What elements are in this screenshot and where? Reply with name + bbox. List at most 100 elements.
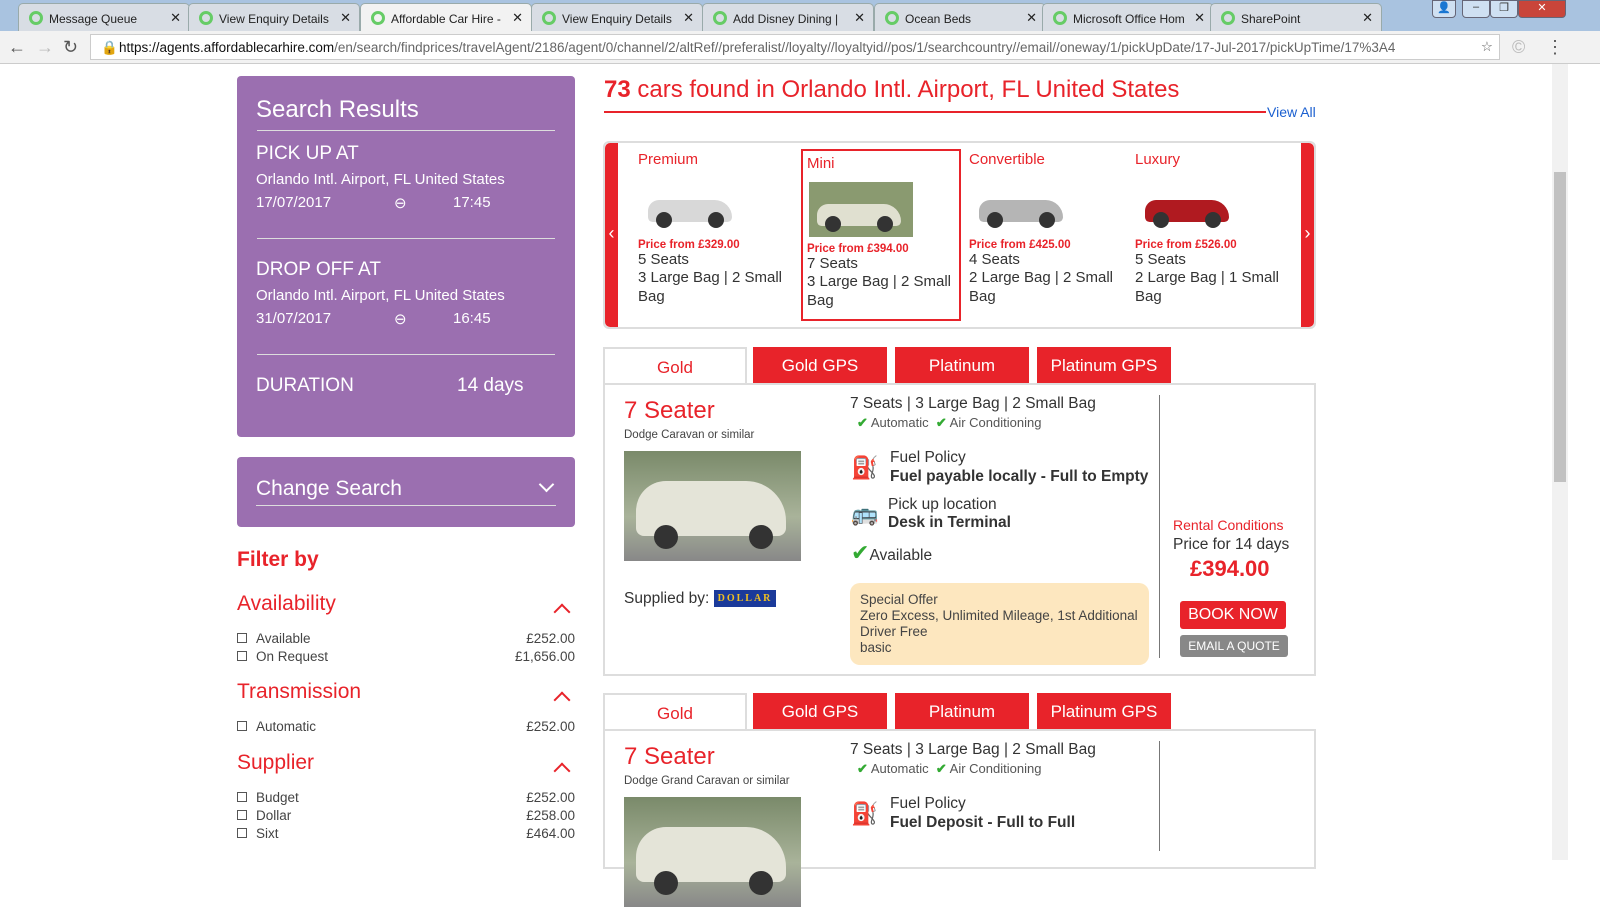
filter-group-title[interactable]: Availability — [237, 592, 336, 616]
check-icon: ✔ — [857, 415, 868, 430]
filter-option[interactable]: On Request £1,656.00 — [237, 649, 575, 664]
carousel-next-button[interactable]: › — [1301, 143, 1314, 327]
tab-title: View Enquiry Details — [219, 12, 329, 26]
close-tab-icon[interactable]: ✕ — [1194, 10, 1205, 26]
filter-group-title[interactable]: Supplier — [237, 751, 314, 775]
search-summary-panel: Search Results PICK UP AT Orlando Intl. … — [237, 76, 575, 437]
star-icon[interactable]: ☆ — [1481, 39, 1493, 55]
filter-option[interactable]: Available £252.00 — [237, 631, 575, 646]
pickup-location-label: Pick up location — [888, 496, 997, 513]
rate-tab[interactable]: Platinum — [895, 693, 1029, 729]
category-card[interactable]: Luxury Price from £526.00 5 Seats 2 Large B… — [1135, 151, 1295, 306]
book-now-button[interactable]: BOOK NOW — [1180, 601, 1286, 629]
category-price: Price from £394.00 — [807, 243, 909, 255]
tab-title: Add Disney Dining | — [733, 12, 839, 26]
category-price: Price from £526.00 — [1135, 239, 1237, 251]
scrollbar-thumb[interactable] — [1554, 172, 1566, 482]
browser-tab[interactable]: SharePoint ✕ — [1210, 3, 1382, 31]
rental-conditions-link[interactable]: Rental Conditions — [1173, 517, 1284, 533]
forward-icon[interactable]: → — [36, 37, 54, 58]
category-card[interactable]: Convertible Price from £425.00 4 Seats 2 La… — [969, 151, 1129, 306]
car-image — [640, 178, 740, 233]
rate-tab[interactable]: Platinum GPS — [1037, 347, 1171, 383]
category-bags: 2 Large Bag | 2 Small Bag — [969, 269, 1113, 305]
restore-button[interactable]: ❐ — [1490, 0, 1518, 18]
checkbox[interactable] — [237, 633, 247, 643]
category-card[interactable]: Mini Price from £394.00 7 Seats 3 Large Bag… — [801, 149, 961, 321]
chevron-up-icon[interactable] — [553, 691, 571, 709]
pickup-time: 17:45 — [453, 194, 491, 211]
minimize-button[interactable]: – — [1462, 0, 1490, 18]
checkbox[interactable] — [237, 721, 247, 731]
close-tab-icon[interactable]: ✕ — [854, 10, 865, 26]
chevron-up-icon[interactable] — [553, 603, 571, 621]
car-image — [624, 797, 801, 907]
feature-transmission: Automatic — [870, 761, 929, 776]
fuel-policy-label: Fuel Policy — [890, 795, 966, 812]
carousel-prev-button[interactable]: ‹ — [605, 143, 618, 327]
rate-tab[interactable]: Gold — [603, 693, 747, 731]
filter-option-label: Sixt — [256, 826, 279, 841]
browser-tab[interactable]: Microsoft Office Hom ✕ — [1042, 3, 1214, 31]
address-bar: ← → ↻ 🔒 https://agents.affordablecarhire.… — [0, 31, 1600, 64]
offer-text: Zero Excess, Unlimited Mileage, 1st Addi… — [860, 608, 1138, 639]
car-specs: 7 Seats | 3 Large Bag | 2 Small Bag — [850, 741, 1096, 758]
change-search-label: Change Search — [256, 477, 402, 500]
rate-tab[interactable]: Gold GPS — [753, 347, 887, 383]
browser-tab[interactable]: Ocean Beds ✕ — [874, 3, 1046, 31]
rate-tab[interactable]: Gold GPS — [753, 693, 887, 729]
browser-tab[interactable]: View Enquiry Details ✕ — [188, 3, 360, 31]
page-scrollbar[interactable] — [1552, 64, 1568, 860]
feature-transmission: Automatic — [870, 415, 929, 430]
fuel-pump-icon: ⛽ — [851, 455, 879, 480]
rate-tab[interactable]: Platinum GPS — [1037, 693, 1171, 729]
steering-wheel-icon: ⊖ — [394, 195, 407, 212]
category-bags: 3 Large Bag | 2 Small Bag — [807, 273, 951, 309]
divider — [1159, 741, 1160, 851]
filter-option[interactable]: Sixt £464.00 — [237, 826, 575, 841]
close-tab-icon[interactable]: ✕ — [1362, 10, 1373, 26]
price-label: Price for 14 days — [1173, 536, 1290, 553]
email-quote-button[interactable]: EMAIL A QUOTE — [1180, 635, 1288, 657]
view-all-link[interactable]: View All — [1267, 104, 1316, 120]
rate-tab[interactable]: Gold — [603, 347, 747, 385]
profile-button[interactable]: 👤 — [1432, 0, 1456, 18]
filter-option[interactable]: Automatic £252.00 — [237, 719, 575, 734]
dropoff-time: 16:45 — [453, 310, 491, 327]
menu-icon[interactable]: ⋮ — [1546, 37, 1564, 58]
reload-icon[interactable]: ↻ — [63, 37, 78, 58]
car-image — [809, 182, 913, 237]
filter-option[interactable]: Dollar £258.00 — [237, 808, 575, 823]
category-card[interactable]: Premium Price from £329.00 5 Seats 3 Large … — [638, 151, 798, 306]
result-card: 7 Seater Dodge Grand Caravan or similar … — [603, 729, 1316, 907]
check-icon: ✔ — [851, 540, 870, 565]
url-input[interactable]: 🔒 https://agents.affordablecarhire.com/en… — [90, 34, 1500, 60]
browser-tab[interactable]: Message Queue ✕ — [18, 3, 190, 31]
filter-option[interactable]: Budget £252.00 — [237, 790, 575, 805]
checkbox[interactable] — [237, 828, 247, 838]
close-window-button[interactable]: ✕ — [1518, 0, 1566, 18]
browser-tab[interactable]: Add Disney Dining | ✕ — [702, 3, 874, 31]
close-tab-icon[interactable]: ✕ — [170, 10, 181, 26]
browser-tab[interactable]: View Enquiry Details ✕ — [531, 3, 703, 31]
tab-favicon-icon — [1053, 11, 1067, 25]
back-icon[interactable]: ← — [8, 37, 26, 58]
chevron-up-icon[interactable] — [553, 762, 571, 780]
checkbox[interactable] — [237, 792, 247, 802]
change-search-toggle[interactable]: Change Search — [237, 457, 575, 527]
browser-tab[interactable]: Affordable Car Hire - ✕ — [360, 3, 532, 31]
checkbox[interactable] — [237, 810, 247, 820]
category-bags: 2 Large Bag | 1 Small Bag — [1135, 269, 1279, 305]
filter-group-title[interactable]: Transmission — [237, 680, 361, 704]
extension-icon[interactable]: © — [1512, 37, 1525, 58]
car-model: Dodge Caravan or similar — [624, 429, 755, 441]
car-title: 7 Seater — [624, 397, 715, 424]
rate-tab[interactable]: Platinum — [895, 347, 1029, 383]
close-tab-icon[interactable]: ✕ — [512, 10, 523, 26]
divider — [1159, 395, 1160, 658]
close-tab-icon[interactable]: ✕ — [1026, 10, 1037, 26]
close-tab-icon[interactable]: ✕ — [683, 10, 694, 26]
checkbox[interactable] — [237, 651, 247, 661]
close-tab-icon[interactable]: ✕ — [340, 10, 351, 26]
car-image — [1137, 178, 1237, 233]
